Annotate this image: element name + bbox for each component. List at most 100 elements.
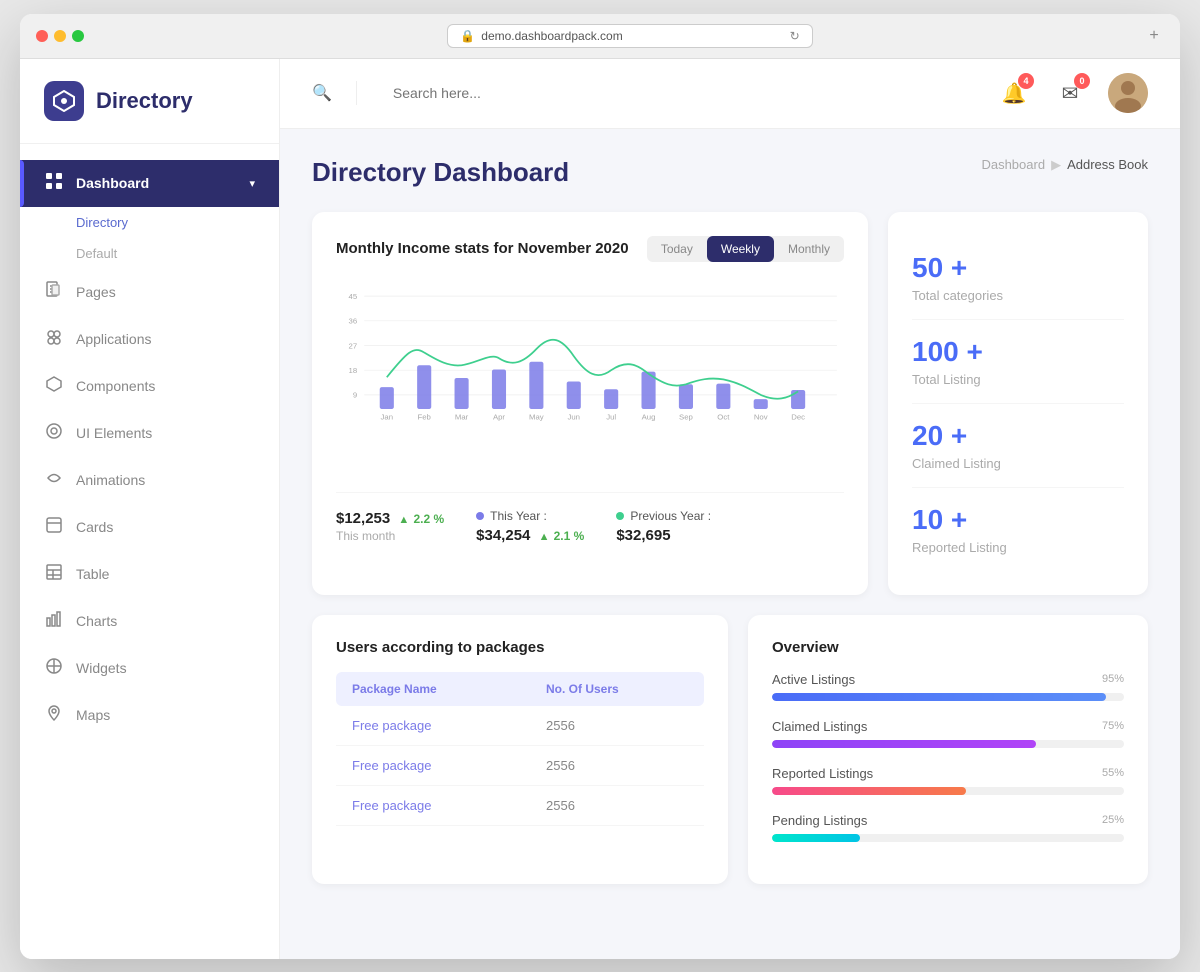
- toggle-weekly[interactable]: Weekly: [707, 236, 774, 262]
- reload-icon[interactable]: ↻: [790, 29, 800, 43]
- sidebar-item-ui-elements[interactable]: UI Elements: [20, 410, 279, 457]
- ui-elements-icon: [44, 422, 64, 445]
- sidebar-item-animations[interactable]: Animations: [20, 457, 279, 504]
- this-year-arrow: ▲: [539, 531, 550, 543]
- active-listings-bar: [772, 693, 1106, 701]
- reported-listings-label: Reported Listings: [772, 766, 873, 781]
- charts-icon: [44, 610, 64, 633]
- animations-icon: [44, 469, 64, 492]
- chart-footer: $12,253 ▲ 2.2 % This month This Year :: [336, 492, 844, 544]
- dashboard-icon: [44, 172, 64, 195]
- claimed-listings-bar: [772, 740, 1036, 748]
- table-label: Table: [76, 566, 109, 582]
- dashboard-label: Dashboard: [76, 175, 149, 191]
- svg-text:36: 36: [349, 316, 358, 325]
- stat-item-claimed-listing: 20 + Claimed Listing: [912, 404, 1124, 488]
- maps-icon: [44, 704, 64, 727]
- packages-card: Users according to packages Package Name…: [312, 615, 728, 884]
- package-users-3: 2556: [530, 785, 704, 825]
- sidebar-item-table[interactable]: Table: [20, 551, 279, 598]
- user-avatar[interactable]: [1108, 73, 1148, 113]
- active-listings-pct: 95%: [1102, 673, 1124, 685]
- svg-text:45: 45: [349, 291, 358, 300]
- this-month-stat: $12,253 ▲ 2.2 % This month: [336, 510, 444, 543]
- stat-number-categories: 50 +: [912, 252, 1124, 284]
- income-chart-card: Monthly Income stats for November 2020 T…: [312, 212, 868, 595]
- overview-card: Overview Active Listings 95%: [748, 615, 1148, 884]
- dashboard-top-row: Monthly Income stats for November 2020 T…: [312, 212, 1148, 595]
- claimed-listings-label: Claimed Listings: [772, 719, 867, 734]
- notifications-button[interactable]: 🔔 4: [996, 75, 1032, 111]
- toggle-today[interactable]: Today: [647, 236, 707, 262]
- logo-icon: [44, 81, 84, 121]
- breadcrumb-arrow: ▶: [1051, 157, 1061, 173]
- stat-number-total-listing: 100 +: [912, 336, 1124, 368]
- package-users-1: 2556: [530, 706, 704, 746]
- chevron-down-icon: ▾: [249, 177, 255, 190]
- sidebar-item-pages[interactable]: Pages: [20, 269, 279, 316]
- prev-year-value: $32,695: [616, 527, 670, 544]
- sidebar-item-widgets[interactable]: Widgets: [20, 645, 279, 692]
- prev-year-dot: [616, 512, 624, 520]
- sidebar-item-default[interactable]: Default: [20, 238, 279, 269]
- breadcrumb: Dashboard ▶ Address Book: [981, 157, 1148, 173]
- svg-text:Sep: Sep: [679, 412, 693, 421]
- sidebar-item-dashboard[interactable]: Dashboard ▾: [20, 160, 279, 207]
- chart-title: Monthly Income stats for November 2020: [336, 240, 629, 257]
- sidebar-item-directory[interactable]: Directory: [20, 207, 279, 238]
- stat-number-reported: 10 +: [912, 504, 1124, 536]
- svg-text:Jan: Jan: [381, 412, 394, 421]
- ui-elements-label: UI Elements: [76, 425, 152, 441]
- sidebar-item-charts[interactable]: Charts: [20, 598, 279, 645]
- widgets-label: Widgets: [76, 660, 127, 676]
- prev-year-label: Previous Year :: [630, 509, 711, 523]
- main-content: 🔍 🔔 4 ✉ 0: [280, 59, 1180, 959]
- stats-card: 50 + Total categories 100 + Total Listin…: [888, 212, 1148, 595]
- search-divider: [356, 81, 357, 105]
- stat-label-claimed: Claimed Listing: [912, 456, 1124, 471]
- maximize-dot[interactable]: [72, 30, 84, 42]
- svg-text:Jul: Jul: [606, 412, 616, 421]
- pending-listings-label: Pending Listings: [772, 813, 867, 828]
- overview-title: Overview: [772, 639, 1124, 656]
- up-arrow-icon: ▲: [398, 514, 409, 526]
- sidebar-item-applications[interactable]: Applications: [20, 316, 279, 363]
- cards-icon: [44, 516, 64, 539]
- maps-label: Maps: [76, 707, 110, 723]
- active-indicator: [20, 160, 24, 207]
- svg-text:18: 18: [349, 366, 358, 375]
- svg-text:Dec: Dec: [791, 412, 805, 421]
- sidebar-item-maps[interactable]: Maps: [20, 692, 279, 739]
- svg-text:Mar: Mar: [455, 412, 469, 421]
- overview-item-pending: Pending Listings 25%: [772, 813, 1124, 842]
- sidebar-item-cards[interactable]: Cards: [20, 504, 279, 551]
- close-dot[interactable]: [36, 30, 48, 42]
- svg-text:Oct: Oct: [717, 412, 730, 421]
- packages-title: Users according to packages: [336, 639, 704, 656]
- package-name-3: Free package: [336, 785, 530, 825]
- sidebar-logo: Directory: [20, 59, 279, 144]
- package-users-2: 2556: [530, 745, 704, 785]
- sidebar: Directory Dashboard ▾ Directory Default: [20, 59, 280, 959]
- search-input[interactable]: [381, 77, 781, 109]
- svg-text:Apr: Apr: [493, 412, 505, 421]
- bar-chart-svg: 45 36 27 18 9: [336, 282, 844, 423]
- reported-listings-pct: 55%: [1102, 767, 1124, 779]
- toggle-monthly[interactable]: Monthly: [774, 236, 844, 262]
- overview-item-claimed: Claimed Listings 75%: [772, 719, 1124, 748]
- svg-text:Nov: Nov: [754, 412, 768, 421]
- pending-listings-bar: [772, 834, 860, 842]
- this-year-label: This Year :: [490, 509, 547, 523]
- active-listings-label: Active Listings: [772, 672, 855, 687]
- applications-label: Applications: [76, 331, 152, 347]
- url-bar[interactable]: 🔒 demo.dashboardpack.com ↻: [447, 24, 812, 48]
- stat-item-reported-listing: 10 + Reported Listing: [912, 488, 1124, 571]
- messages-button[interactable]: ✉ 0: [1052, 75, 1088, 111]
- stat-label-total-listing: Total Listing: [912, 372, 1124, 387]
- pending-listings-pct: 25%: [1102, 814, 1124, 826]
- minimize-dot[interactable]: [54, 30, 66, 42]
- pending-listings-bar-bg: [772, 834, 1124, 842]
- sidebar-item-components[interactable]: Components: [20, 363, 279, 410]
- new-tab-button[interactable]: +: [1144, 26, 1164, 46]
- claimed-listings-bar-bg: [772, 740, 1124, 748]
